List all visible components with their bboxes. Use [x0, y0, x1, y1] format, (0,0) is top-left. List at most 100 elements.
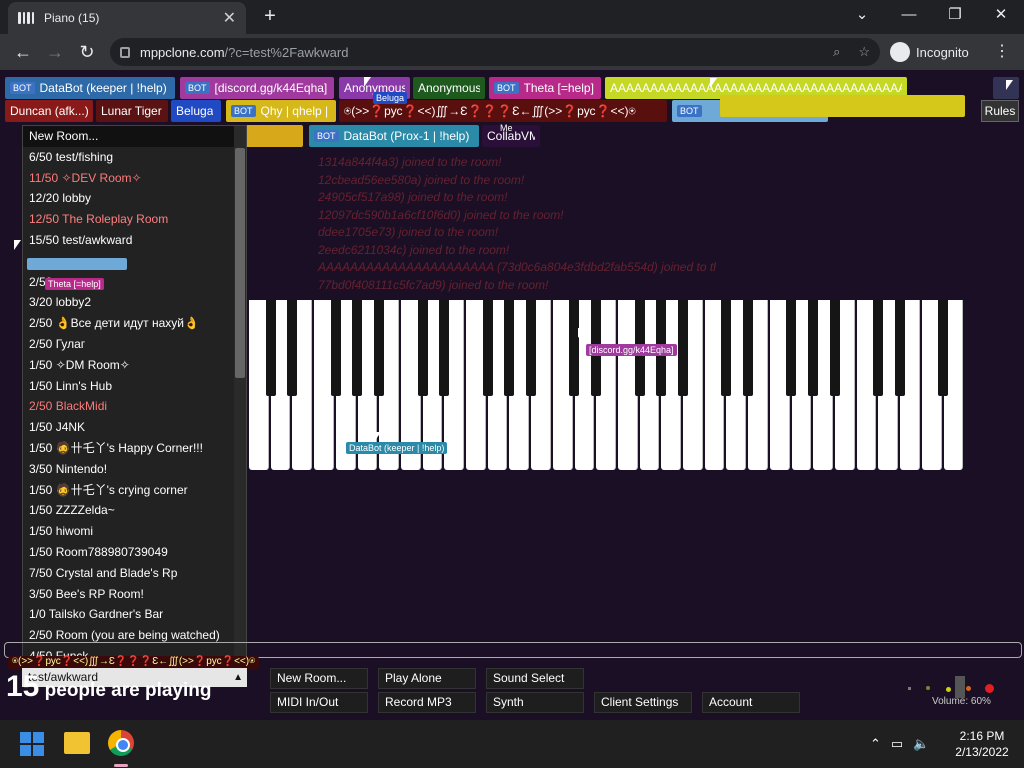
black-key[interactable]: [417, 300, 428, 396]
black-key[interactable]: [938, 300, 949, 396]
user-tag[interactable]: [720, 95, 965, 117]
restore-icon[interactable]: ❐: [933, 4, 977, 28]
network-icon[interactable]: ▭: [891, 736, 903, 752]
control-button[interactable]: Sound Select: [486, 668, 584, 689]
room-list-item[interactable]: 3/20 lobby2: [23, 292, 246, 313]
control-button[interactable]: Play Alone: [378, 668, 476, 689]
room-list-item[interactable]: 7/50 Crystal and Blade's Rp: [23, 563, 246, 584]
black-key[interactable]: [374, 300, 385, 396]
black-key[interactable]: [287, 300, 298, 396]
reload-icon[interactable]: ↻: [74, 40, 100, 64]
user-tag[interactable]: BOT Theta [=help]: [489, 77, 601, 99]
black-key[interactable]: [677, 300, 688, 396]
black-key[interactable]: [265, 300, 276, 396]
black-key[interactable]: [808, 300, 819, 396]
user-tag[interactable]: BOT Qhy | qhelp |: [226, 100, 336, 122]
control-button[interactable]: Synth: [486, 692, 584, 713]
room-list-item[interactable]: 1/50 Room788980739049: [23, 542, 246, 563]
volume-knob[interactable]: [955, 676, 965, 698]
control-button[interactable]: New Room...: [270, 668, 368, 689]
black-key[interactable]: [721, 300, 732, 396]
room-list-item[interactable]: 1/50 🧔卄乇丫's Happy Corner!!!: [23, 438, 246, 459]
black-key[interactable]: [591, 300, 602, 396]
room-list[interactable]: New Room... 6/50 test/fishing 11/50 ✧DEV R…: [22, 125, 247, 657]
room-list-item[interactable]: 12/50 The Roleplay Room: [23, 209, 246, 230]
forward-icon[interactable]: →: [42, 40, 68, 64]
black-key[interactable]: [894, 300, 905, 396]
black-key[interactable]: [439, 300, 450, 396]
black-key[interactable]: [656, 300, 667, 396]
room-list-item[interactable]: 2/50 BlackMidi: [23, 396, 246, 417]
room-list-item[interactable]: 3/50 Bee's RP Room!: [23, 584, 246, 605]
tab-search-icon[interactable]: ⌄: [840, 4, 884, 28]
black-key[interactable]: [873, 300, 884, 396]
windows-start-icon[interactable]: [20, 732, 44, 756]
tab-strip: Piano (15) ✕ + ⌄ — ❐ ✕: [0, 0, 1024, 34]
control-button[interactable]: Client Settings: [594, 692, 692, 713]
room-list-item[interactable]: 1/50 🧔卄乇丫's crying corner: [23, 480, 246, 501]
browser-tab[interactable]: Piano (15) ✕: [8, 2, 246, 34]
black-key[interactable]: [504, 300, 515, 396]
chrome-icon[interactable]: [108, 730, 134, 756]
volume-icon[interactable]: 🔈: [913, 736, 929, 752]
room-list-item[interactable]: 1/50 J4NK: [23, 417, 246, 438]
room-list-item[interactable]: 1/50 hiwomi: [23, 521, 246, 542]
chevron-up-icon[interactable]: ⌃: [870, 736, 881, 752]
clock[interactable]: 2:16 PM 2/13/2022: [950, 728, 1014, 760]
address-bar[interactable]: mppclone.com/?c=test%2Fawkward ⌕ ☆: [110, 38, 880, 66]
user-tag[interactable]: BOT DataBot (keeper | !help): [5, 77, 175, 99]
black-key[interactable]: [743, 300, 754, 396]
control-button[interactable]: MIDI In/Out: [270, 692, 368, 713]
black-key[interactable]: [330, 300, 341, 396]
minimize-icon[interactable]: —: [887, 4, 931, 28]
room-list-item[interactable]: 12/20 lobby: [23, 188, 246, 209]
room-list-scrollbar[interactable]: [234, 126, 246, 656]
room-list-item[interactable]: New Room...: [23, 126, 246, 147]
room-list-item[interactable]: 1/0 Tailsko Gardner's Bar: [23, 604, 246, 625]
control-button[interactable]: Account: [702, 692, 800, 713]
incognito-badge[interactable]: Incognito: [890, 41, 969, 63]
piano-keyboard[interactable]: [249, 300, 965, 470]
player-count: 15 people are playing: [6, 670, 211, 704]
room-list-item[interactable]: 6/50 test/fishing: [23, 147, 246, 168]
room-list-item[interactable]: 1/50 ZZZZelda~: [23, 500, 246, 521]
menu-icon[interactable]: ⋮: [992, 40, 1012, 64]
user-tag[interactable]: Duncan (afk...): [5, 100, 93, 122]
user-tag[interactable]: BOT [discord.gg/k44Eqha]: [180, 77, 334, 99]
black-key[interactable]: [352, 300, 363, 396]
user-tag[interactable]: Beluga: [171, 100, 221, 122]
black-key[interactable]: [569, 300, 580, 396]
room-list-item[interactable]: 11/50 ✧DEV Room✧: [23, 168, 246, 189]
star-icon[interactable]: ☆: [858, 44, 870, 60]
room-list-item[interactable]: [23, 251, 246, 272]
control-button[interactable]: Record MP3: [378, 692, 476, 713]
zoom-icon[interactable]: ⌕: [833, 44, 840, 60]
file-explorer-icon[interactable]: [64, 732, 90, 754]
bot-badge: BOT: [494, 82, 519, 94]
black-key[interactable]: [526, 300, 537, 396]
close-tab-icon[interactable]: ✕: [223, 8, 236, 28]
user-tag[interactable]: CollabVM: [482, 125, 540, 147]
room-list-item[interactable]: 15/50 test/awkward: [23, 230, 246, 251]
user-tag[interactable]: Lunar Tiger: [96, 100, 168, 122]
new-tab-icon[interactable]: +: [258, 5, 282, 29]
back-icon[interactable]: ←: [10, 40, 36, 64]
black-key[interactable]: [786, 300, 797, 396]
user-tag[interactable]: ⍟(>>❓рус❓<<)∭→Ɛ❓❓❓Ɛ←∭(>>❓рус❓<<)⍟: [339, 100, 667, 122]
rules-button[interactable]: Rules: [981, 100, 1019, 122]
user-tag[interactable]: Anonymous: [339, 77, 410, 99]
black-key[interactable]: [482, 300, 493, 396]
room-list-item[interactable]: 1/50 ✧DM Room✧: [23, 355, 246, 376]
user-tag[interactable]: Anonymous: [413, 77, 485, 99]
scrollbar-thumb[interactable]: [235, 148, 245, 378]
room-list-item[interactable]: 3/50 Nintendo!: [23, 459, 246, 480]
room-list-item[interactable]: 2/50 Гулаг: [23, 334, 246, 355]
room-list-item[interactable]: 1/50 Linn's Hub: [23, 376, 246, 397]
user-tag[interactable]: [245, 125, 303, 147]
close-window-icon[interactable]: ✕: [979, 4, 1023, 28]
room-list-item[interactable]: 2/50: [23, 272, 246, 293]
room-list-item[interactable]: 2/50 👌Все дети идут нахуй👌: [23, 313, 246, 334]
black-key[interactable]: [634, 300, 645, 396]
user-tag[interactable]: BOT DataBot (Prox-1 | !help): [309, 125, 479, 147]
black-key[interactable]: [829, 300, 840, 396]
